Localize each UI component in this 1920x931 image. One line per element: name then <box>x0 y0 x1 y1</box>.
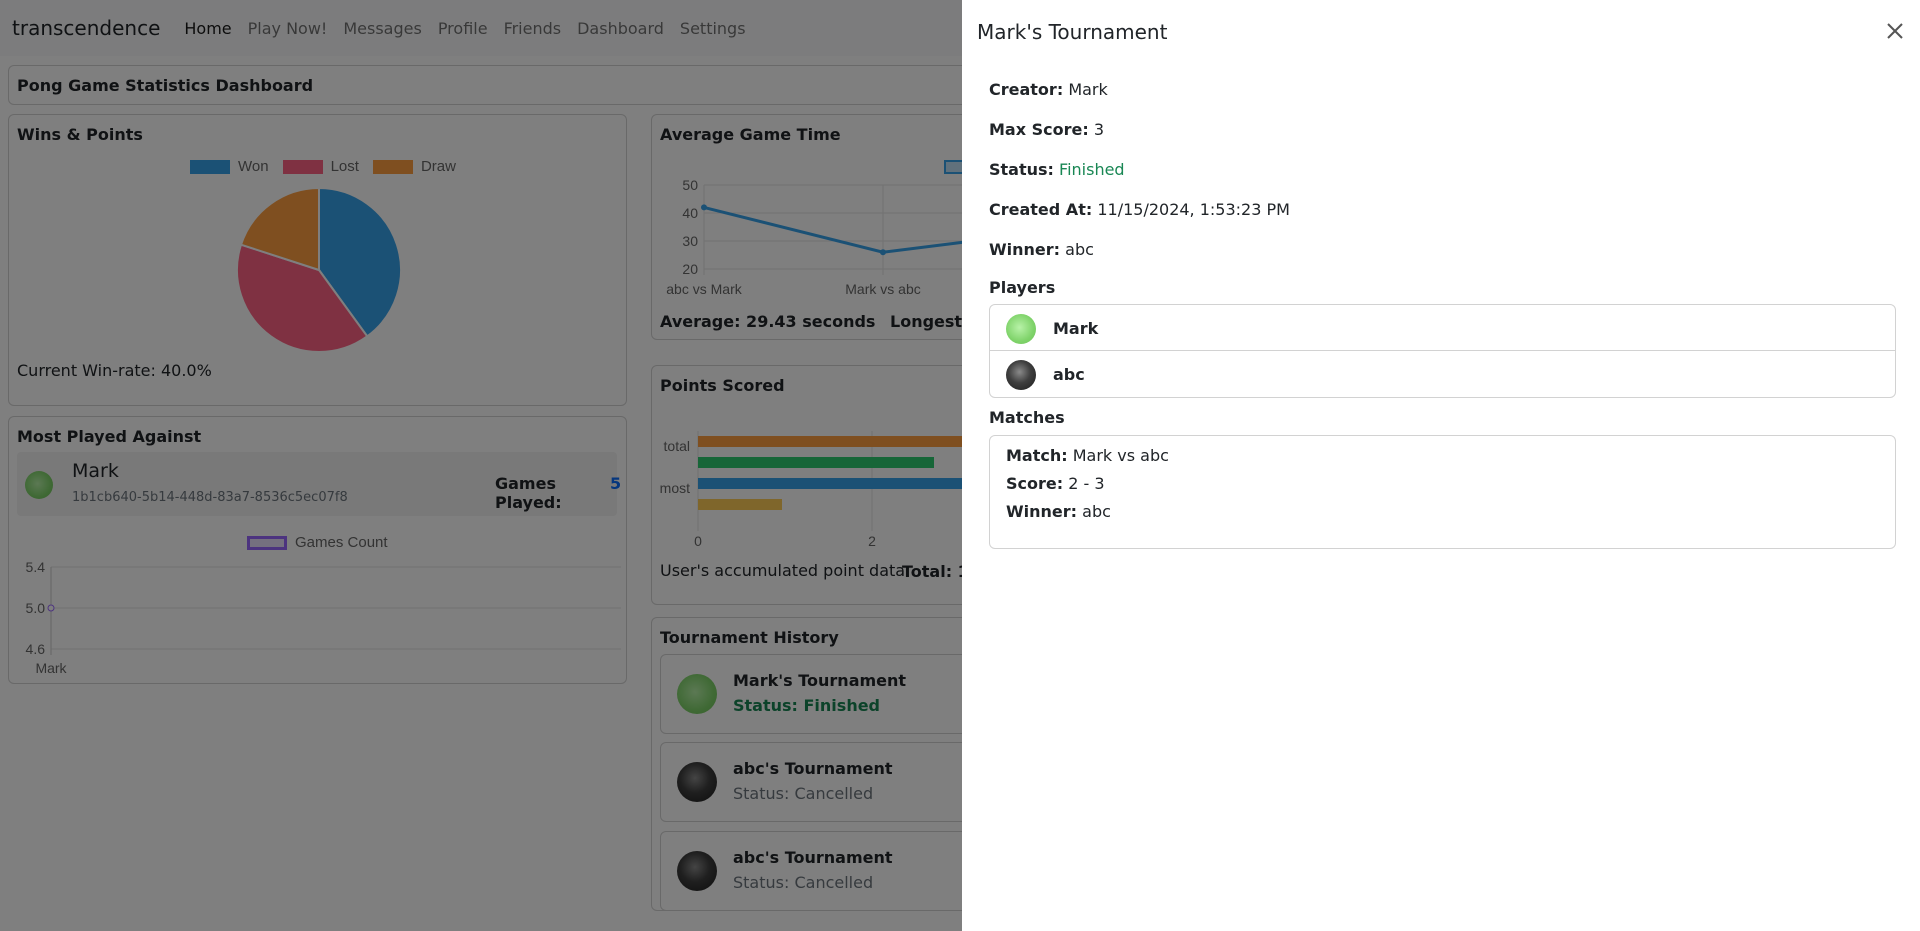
status-field: Status: Finished <box>989 160 1125 179</box>
player-item[interactable]: Mark <box>990 305 1895 351</box>
match-line: Match: Mark vs abc <box>1006 446 1169 465</box>
creator-field: Creator: Mark <box>989 80 1108 99</box>
panel-title: Mark's Tournament <box>977 20 1168 44</box>
close-button[interactable] <box>1884 20 1906 42</box>
player-avatar <box>1006 314 1036 344</box>
max-score-label: Max Score: <box>989 120 1089 139</box>
matches-heading: Matches <box>989 408 1065 427</box>
tournament-detail-panel: Mark's Tournament Creator: Mark Max Scor… <box>962 0 1920 931</box>
match-card: Match: Mark vs abc Score: 2 - 3 Winner: … <box>989 435 1896 549</box>
score-line: Score: 2 - 3 <box>1006 474 1105 493</box>
match-value: Mark vs abc <box>1072 446 1169 465</box>
score-label: Score: <box>1006 474 1064 493</box>
creator-label: Creator: <box>989 80 1064 99</box>
status-value: Finished <box>1059 160 1125 179</box>
player-name: Mark <box>1053 319 1099 338</box>
created-at-field: Created At: 11/15/2024, 1:53:23 PM <box>989 200 1290 219</box>
player-name: abc <box>1053 365 1085 384</box>
creator-value: Mark <box>1068 80 1108 99</box>
close-icon <box>1887 23 1903 39</box>
match-winner-line: Winner: abc <box>1006 502 1111 521</box>
match-label: Match: <box>1006 446 1068 465</box>
created-at-label: Created At: <box>989 200 1093 219</box>
created-at-value: 11/15/2024, 1:53:23 PM <box>1097 200 1290 219</box>
winner-label: Winner: <box>989 240 1061 259</box>
match-winner-label: Winner: <box>1006 502 1078 521</box>
player-avatar <box>1006 360 1036 390</box>
player-item[interactable]: abc <box>990 351 1895 397</box>
max-score-field: Max Score: 3 <box>989 120 1104 139</box>
players-list: Mark abc <box>989 304 1896 398</box>
status-label: Status: <box>989 160 1054 179</box>
winner-field: Winner: abc <box>989 240 1094 259</box>
players-heading: Players <box>989 278 1056 297</box>
match-winner-value: abc <box>1082 502 1111 521</box>
score-value: 2 - 3 <box>1068 474 1105 493</box>
winner-value: abc <box>1065 240 1094 259</box>
max-score-value: 3 <box>1093 120 1105 139</box>
